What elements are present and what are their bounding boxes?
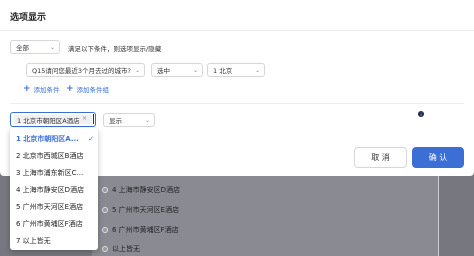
dropdown-option-label: 2 北京市西城区B酒店 bbox=[16, 152, 84, 160]
background-option: 以上皆无 bbox=[112, 245, 140, 253]
dropdown-option[interactable]: 7 以上皆无 bbox=[10, 233, 98, 250]
chevron-down-icon: ⌄ bbox=[254, 67, 260, 74]
background-divider bbox=[438, 176, 439, 256]
background-radio bbox=[102, 207, 108, 213]
background-option: 6 广州市黄埔区F酒店 bbox=[112, 226, 179, 234]
chevron-down-icon: ⌄ bbox=[49, 44, 55, 51]
selected-option-label: 1 北京市朝阳区A酒店 bbox=[17, 116, 80, 125]
dropdown-option-label: 7 以上皆无 bbox=[16, 237, 51, 245]
dropdown-option-label: 1 北京市朝阳区A... bbox=[16, 135, 79, 143]
condition-operator-value: 选中 bbox=[157, 67, 170, 75]
dropdown-option[interactable]: 2 北京市西城区B酒店 bbox=[10, 148, 98, 165]
action-select[interactable]: 显示 ⌄ bbox=[103, 113, 155, 127]
check-icon: ✓ bbox=[88, 135, 94, 143]
background-radio bbox=[102, 246, 108, 252]
condition-answer-value: 1 北京 bbox=[213, 67, 233, 75]
close-icon[interactable]: × bbox=[82, 115, 87, 122]
background-radio bbox=[102, 227, 108, 233]
option-dropdown-list: 1 北京市朝阳区A... ✓ 2 北京市西城区B酒店 3 上海市浦东新区C...… bbox=[10, 128, 98, 250]
chevron-down-icon: ⌄ bbox=[192, 67, 198, 74]
cancel-button[interactable]: 取 消 bbox=[354, 147, 407, 168]
dropdown-option-label: 3 上海市浦东新区C... bbox=[16, 169, 84, 177]
scope-select[interactable]: 全部 ⌄ bbox=[10, 40, 60, 54]
condition-description: 满足以下条件，则选项显示/隐藏 bbox=[68, 45, 162, 53]
plus-icon: + bbox=[66, 84, 74, 94]
chevron-down-icon: ⌄ bbox=[144, 117, 150, 124]
add-condition-group-button[interactable]: + 添加条件组 bbox=[66, 84, 110, 95]
dropdown-option[interactable]: 1 北京市朝阳区A... ✓ bbox=[10, 131, 98, 148]
confirm-button[interactable]: 确 认 bbox=[412, 147, 464, 168]
background-option: 4 上海市静安区D酒店 bbox=[112, 186, 181, 194]
add-condition-button[interactable]: + 添加条件 bbox=[23, 84, 60, 95]
dropdown-option-label: 6 广州市黄埔区F酒店 bbox=[16, 220, 83, 228]
add-condition-label: 添加条件 bbox=[33, 86, 60, 94]
selected-option-tag: 1 北京市朝阳区A酒店 × bbox=[14, 115, 92, 124]
chevron-down-icon: ⌄ bbox=[134, 67, 140, 74]
dropdown-option-label: 4 上海市静安区D酒店 bbox=[16, 186, 85, 194]
dropdown-option[interactable]: 4 上海市静安区D酒店 bbox=[10, 182, 98, 199]
action-select-value: 显示 bbox=[109, 117, 122, 125]
dropdown-option[interactable]: 5 广州市天河区E酒店 bbox=[10, 199, 98, 216]
condition-question-select[interactable]: Q15请问您最近3个月去过的城市? ⌄ bbox=[26, 63, 145, 77]
scope-select-value: 全部 bbox=[16, 44, 29, 52]
condition-question-value: Q15请问您最近3个月去过的城市? bbox=[32, 67, 131, 75]
dropdown-option[interactable]: 3 上海市浦东新区C... bbox=[10, 165, 98, 182]
dropdown-option-label: 5 广州市天河区E酒店 bbox=[16, 203, 84, 211]
title-divider bbox=[0, 30, 474, 31]
background-option: 5 广州市天河区E酒店 bbox=[112, 206, 180, 214]
option-multiselect-input[interactable]: 1 北京市朝阳区A酒店 × bbox=[10, 112, 96, 127]
condition-answer-select[interactable]: 1 北京 ⌄ bbox=[207, 63, 265, 77]
section-divider bbox=[10, 103, 464, 104]
dropdown-option[interactable]: 6 广州市黄埔区F酒店 bbox=[10, 216, 98, 233]
condition-operator-select[interactable]: 选中 ⌄ bbox=[151, 63, 203, 77]
info-icon[interactable]: i bbox=[418, 111, 424, 117]
add-condition-group-label: 添加条件组 bbox=[76, 86, 110, 94]
modal-title: 选项显示 bbox=[10, 13, 47, 23]
background-radio bbox=[102, 187, 108, 193]
text-caret bbox=[93, 114, 94, 124]
plus-icon: + bbox=[23, 84, 31, 94]
